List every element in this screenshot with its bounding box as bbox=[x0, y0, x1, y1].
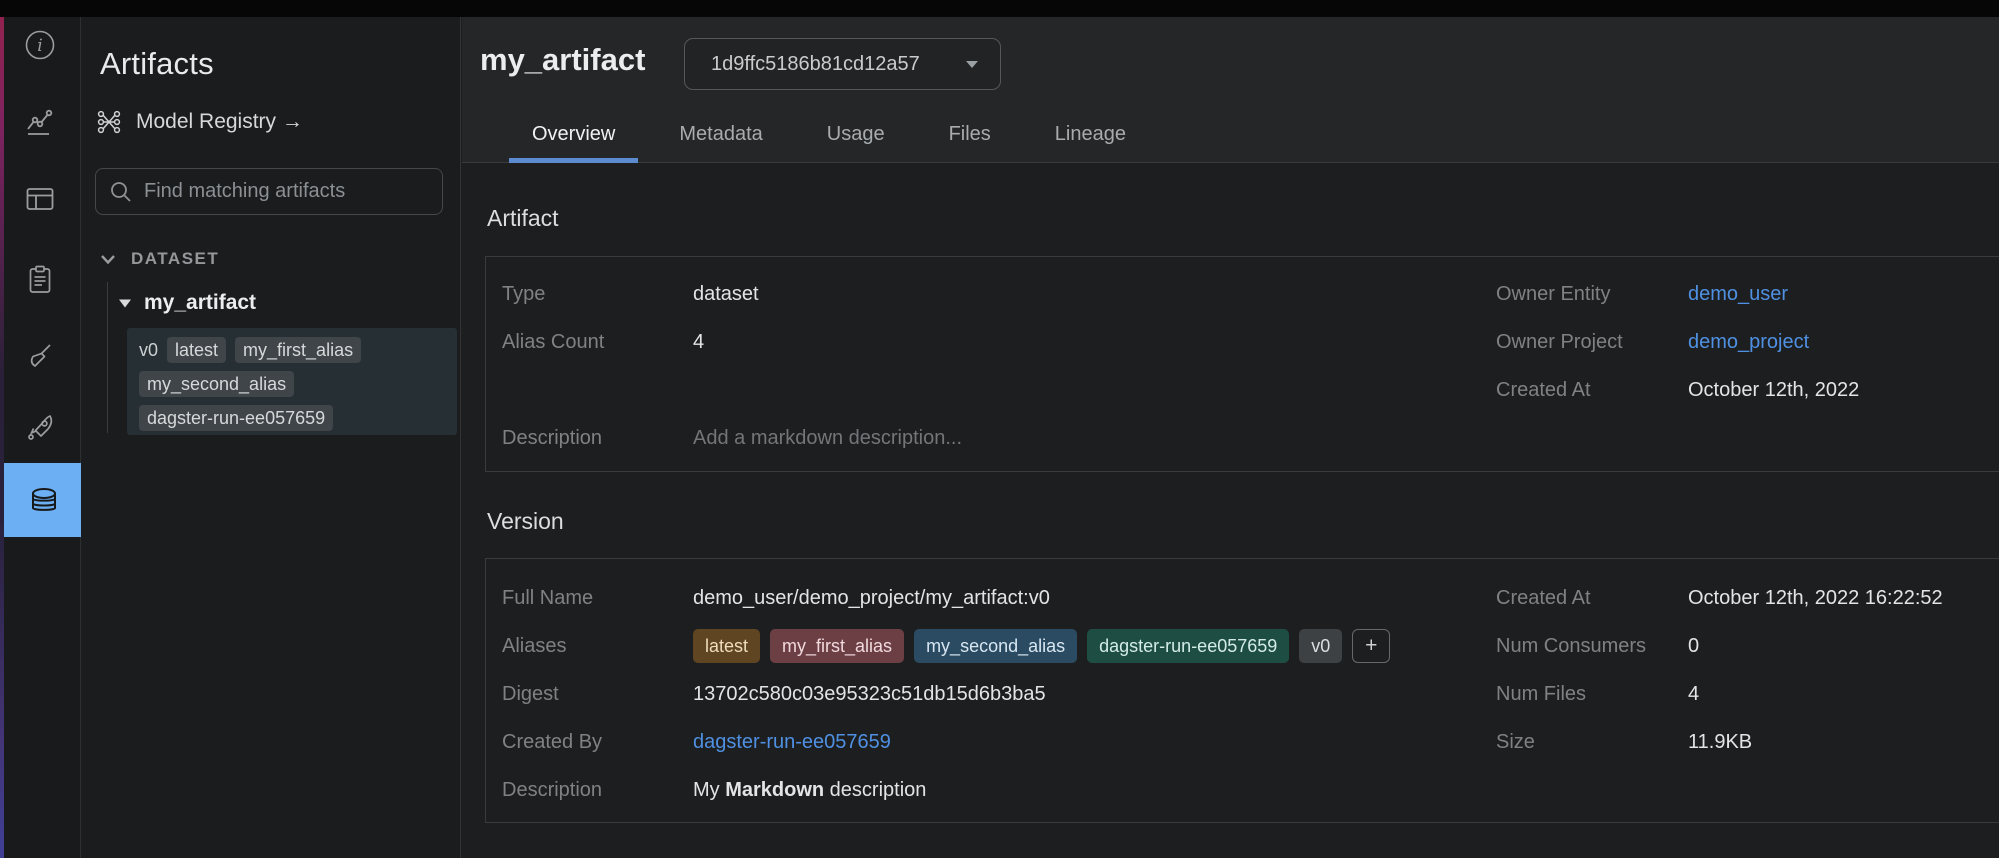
field-label: Type bbox=[502, 283, 693, 306]
num-files-row: Num Files 4 bbox=[1496, 670, 1943, 718]
rail-gradient-edge bbox=[0, 17, 4, 858]
field-label: Owner Project bbox=[1496, 331, 1688, 354]
version-description-row: Description My Markdown description bbox=[502, 766, 1390, 814]
search-input[interactable] bbox=[144, 180, 430, 203]
created-by-link[interactable]: dagster-run-ee057659 bbox=[693, 731, 891, 754]
description-placeholder[interactable]: Add a markdown description... bbox=[693, 427, 962, 450]
version-created-at-row: Created At October 12th, 2022 16:22:52 bbox=[1496, 574, 1943, 622]
aliases-row: Aliases latest my_first_alias my_second_… bbox=[502, 622, 1390, 670]
artifact-description-row: Description Add a markdown description..… bbox=[502, 414, 962, 462]
artifact-alias-count-row: Alias Count 4 bbox=[502, 318, 962, 366]
field-label: Owner Entity bbox=[1496, 283, 1688, 306]
tab-files[interactable]: Files bbox=[949, 105, 991, 163]
created-by-row: Created By dagster-run-ee057659 bbox=[502, 718, 1390, 766]
tab-bar: Overview Metadata Usage Files Lineage bbox=[532, 105, 1126, 163]
svg-text:i: i bbox=[37, 36, 42, 56]
artifacts-sidebar bbox=[81, 17, 461, 858]
owner-entity-link[interactable]: demo_user bbox=[1688, 283, 1788, 306]
field-label: Size bbox=[1496, 731, 1688, 754]
version-panel: Full Name demo_user/demo_project/my_arti… bbox=[485, 558, 1999, 823]
field-value: demo_user/demo_project/my_artifact:v0 bbox=[693, 587, 1050, 610]
field-label: Description bbox=[502, 427, 693, 450]
alias-tag[interactable]: my_first_alias bbox=[770, 629, 904, 663]
tree-alias-pill: my_second_alias bbox=[139, 371, 294, 397]
field-label: Num Files bbox=[1496, 683, 1688, 706]
tab-metadata[interactable]: Metadata bbox=[679, 105, 762, 163]
table-icon[interactable] bbox=[23, 182, 57, 216]
field-value: dataset bbox=[693, 283, 759, 306]
artifact-section-heading: Artifact bbox=[487, 205, 559, 232]
alias-tag[interactable]: latest bbox=[693, 629, 760, 663]
size-row: Size 11.9KB bbox=[1496, 718, 1943, 766]
sidebar-title: Artifacts bbox=[100, 46, 214, 82]
search-icon bbox=[108, 179, 134, 205]
tree-alias-pill: latest bbox=[167, 337, 226, 363]
artifact-type-row: Type dataset bbox=[502, 270, 962, 318]
field-label: Digest bbox=[502, 683, 693, 706]
tree-artifact-label: my_artifact bbox=[144, 291, 256, 315]
full-name-row: Full Name demo_user/demo_project/my_arti… bbox=[502, 574, 1390, 622]
database-icon bbox=[26, 482, 62, 518]
num-consumers-row: Num Consumers 0 bbox=[1496, 622, 1943, 670]
alias-tag[interactable]: dagster-run-ee057659 bbox=[1087, 629, 1289, 663]
tab-usage[interactable]: Usage bbox=[827, 105, 885, 163]
triangle-down-icon bbox=[118, 297, 132, 309]
info-icon[interactable]: i bbox=[23, 28, 57, 62]
artifact-created-at-row: Created At October 12th, 2022 bbox=[1496, 366, 1859, 414]
tree-group-dataset[interactable]: DATASET bbox=[100, 249, 219, 269]
brush-icon[interactable] bbox=[23, 338, 57, 372]
owner-project-row: Owner Project demo_project bbox=[1496, 318, 1859, 366]
field-value: 11.9KB bbox=[1688, 731, 1752, 754]
field-value: 4 bbox=[693, 331, 704, 354]
top-bar bbox=[0, 0, 1999, 17]
page-title: my_artifact bbox=[480, 42, 645, 78]
field-label: Created At bbox=[1496, 379, 1688, 402]
artifact-panel: Type dataset Alias Count 4 Description A… bbox=[485, 256, 1999, 472]
field-label: Num Consumers bbox=[1496, 635, 1688, 658]
field-label: Full Name bbox=[502, 587, 693, 610]
field-value: October 12th, 2022 bbox=[1688, 379, 1859, 402]
field-label: Created By bbox=[502, 731, 693, 754]
alias-tag[interactable]: v0 bbox=[1299, 629, 1342, 663]
sidebar-item-artifacts-selected[interactable] bbox=[4, 463, 83, 537]
tab-lineage[interactable]: Lineage bbox=[1055, 105, 1126, 163]
owner-entity-row: Owner Entity demo_user bbox=[1496, 270, 1859, 318]
field-label: Alias Count bbox=[502, 331, 693, 354]
field-label: Created At bbox=[1496, 587, 1688, 610]
tab-overview[interactable]: Overview bbox=[532, 105, 615, 163]
tree-version-row-selected[interactable]: v0 latest my_first_alias my_second_alias… bbox=[127, 328, 457, 435]
line-chart-icon[interactable] bbox=[23, 107, 57, 141]
rocket-icon[interactable] bbox=[23, 410, 57, 444]
field-value: 0 bbox=[1688, 635, 1699, 658]
caret-down-icon bbox=[966, 61, 978, 68]
digest-value: 13702c580c03e95323c51db15d6b3ba5 bbox=[693, 683, 1046, 706]
model-registry-label: Model Registry → bbox=[136, 110, 303, 134]
version-id-value: 1d9ffc5186b81cd12a57 bbox=[711, 53, 966, 76]
add-alias-button[interactable]: + bbox=[1352, 629, 1390, 663]
field-value: 4 bbox=[1688, 683, 1699, 706]
tree-version-label: v0 bbox=[139, 337, 158, 363]
artifact-search-box bbox=[95, 168, 443, 215]
tree-group-label: DATASET bbox=[131, 249, 219, 269]
field-label: Description bbox=[502, 779, 693, 802]
digest-row: Digest 13702c580c03e95323c51db15d6b3ba5 bbox=[502, 670, 1390, 718]
tree-indent-line bbox=[107, 282, 108, 433]
version-section-heading: Version bbox=[487, 508, 564, 535]
chevron-down-icon bbox=[100, 253, 116, 265]
tree-alias-pill: my_first_alias bbox=[235, 337, 361, 363]
field-label: Aliases bbox=[502, 635, 693, 658]
tree-item-my-artifact[interactable]: my_artifact bbox=[118, 291, 256, 315]
clipboard-icon[interactable] bbox=[23, 263, 57, 297]
tree-alias-pill: dagster-run-ee057659 bbox=[139, 405, 333, 431]
model-registry-icon bbox=[96, 109, 122, 135]
wandb-artifacts-page: { "sidebar": { "title": "Artifacts", "mo… bbox=[0, 0, 1999, 858]
owner-project-link[interactable]: demo_project bbox=[1688, 331, 1809, 354]
version-id-dropdown[interactable]: 1d9ffc5186b81cd12a57 bbox=[684, 38, 1001, 90]
field-value: October 12th, 2022 16:22:52 bbox=[1688, 587, 1943, 610]
alias-tag[interactable]: my_second_alias bbox=[914, 629, 1077, 663]
version-description-value: My Markdown description bbox=[693, 779, 926, 802]
model-registry-link[interactable]: Model Registry → bbox=[96, 109, 303, 135]
